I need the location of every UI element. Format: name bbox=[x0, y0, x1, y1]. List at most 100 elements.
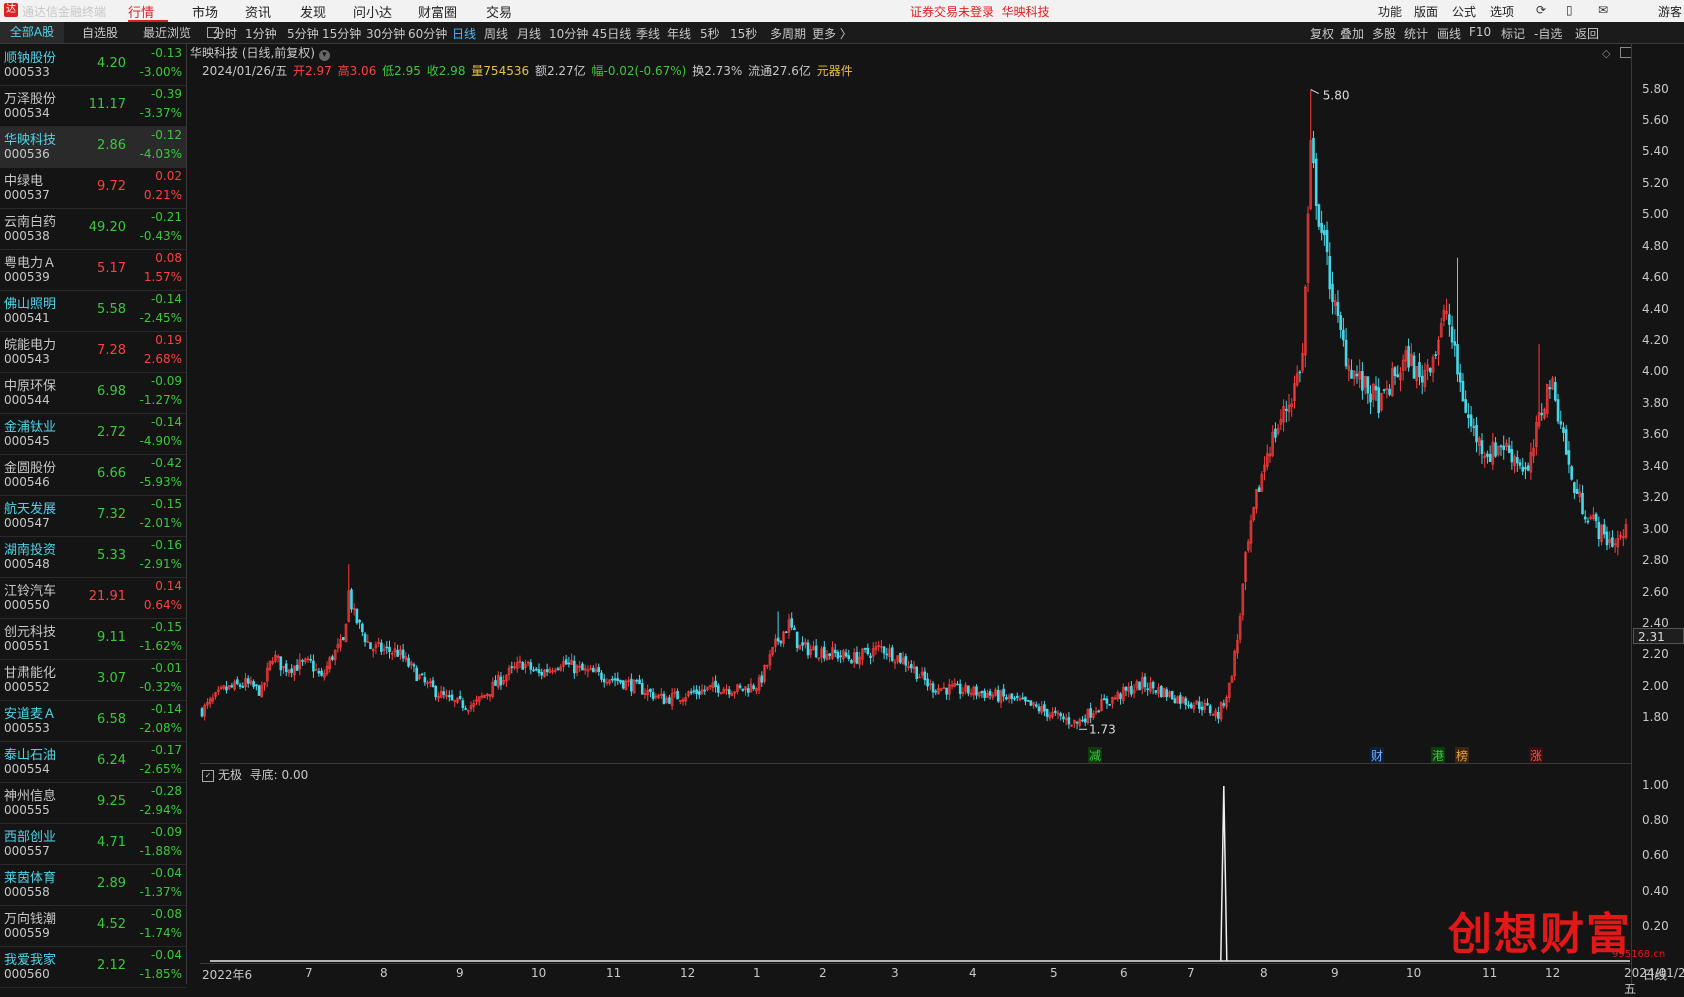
tab-recent[interactable]: 最近浏览 bbox=[143, 24, 191, 41]
chart-button-2[interactable]: 多股 bbox=[1372, 25, 1396, 42]
period-tab-8[interactable]: 月线 bbox=[517, 25, 541, 42]
event-marker[interactable]: 财 bbox=[1370, 747, 1385, 764]
stock-price: 7.28 bbox=[97, 343, 126, 358]
candle-body bbox=[934, 690, 938, 693]
candle-body bbox=[1434, 354, 1438, 357]
x-tick-label: 8 bbox=[380, 966, 388, 980]
period-tab-12[interactable]: 年线 bbox=[667, 25, 691, 42]
period-tab-7[interactable]: 周线 bbox=[484, 25, 508, 42]
chart-button-7[interactable]: -自选 bbox=[1534, 25, 1562, 42]
period-tab-0[interactable]: 分时 bbox=[213, 25, 237, 42]
stock-row[interactable]: 中原环保 000544 6.98 -0.09 -1.27% bbox=[0, 372, 186, 414]
stock-row[interactable]: 江铃汽车 000550 21.91 0.14 0.64% bbox=[0, 577, 186, 619]
stock-row[interactable]: 甘肃能化 000552 3.07 -0.01 -0.32% bbox=[0, 659, 186, 701]
tool-function[interactable]: 功能 bbox=[1378, 3, 1402, 20]
candle-body bbox=[1559, 421, 1563, 425]
stock-row[interactable]: 西部创业 000557 4.71 -0.09 -1.88% bbox=[0, 823, 186, 865]
stock-row[interactable]: 皖能电力 000543 7.28 0.19 2.68% bbox=[0, 331, 186, 373]
stock-row[interactable]: 创元科技 000551 9.11 -0.15 -1.62% bbox=[0, 618, 186, 660]
period-tab-14[interactable]: 15秒 bbox=[730, 25, 757, 42]
period-tab-5[interactable]: 60分钟 bbox=[408, 25, 447, 42]
menu-discover[interactable]: 发现 bbox=[300, 2, 326, 21]
chart-button-6[interactable]: 标记 bbox=[1501, 25, 1525, 42]
chart-button-0[interactable]: 复权 bbox=[1310, 25, 1334, 42]
indicator-spike bbox=[1220, 786, 1228, 962]
stock-row[interactable]: 湖南投资 000548 5.33 -0.16 -2.91% bbox=[0, 536, 186, 578]
period-tab-2[interactable]: 5分钟 bbox=[287, 25, 319, 42]
candle-body bbox=[1342, 329, 1345, 341]
chevron-down-icon[interactable]: ▾ bbox=[318, 50, 330, 61]
chart-button-4[interactable]: 画线 bbox=[1437, 25, 1461, 42]
candle-body bbox=[638, 679, 641, 685]
y-tick-label: 4.40 bbox=[1642, 301, 1669, 316]
menu-market[interactable]: 市场 bbox=[192, 2, 218, 21]
mail-icon[interactable]: ✉ bbox=[1598, 3, 1608, 17]
stock-row[interactable]: 万向钱潮 000559 4.52 -0.08 -1.74% bbox=[0, 905, 186, 947]
menu-quotes[interactable]: 行情 bbox=[128, 2, 154, 21]
stock-price: 6.98 bbox=[97, 384, 126, 399]
event-marker[interactable]: 港 bbox=[1431, 747, 1446, 764]
stock-row[interactable]: 金圆股份 000546 6.66 -0.42 -5.93% bbox=[0, 454, 186, 496]
tool-layout[interactable]: 版面 bbox=[1414, 3, 1438, 20]
stock-row[interactable]: 华映科技 000536 2.86 -0.12 -4.03% bbox=[0, 126, 186, 168]
period-tab-1[interactable]: 1分钟 bbox=[245, 25, 277, 42]
chart-button-3[interactable]: 统计 bbox=[1404, 25, 1428, 42]
candlestick-chart[interactable]: 5.80 1.73 bbox=[200, 77, 1630, 745]
stock-name: 粤电力Ａ bbox=[4, 256, 57, 271]
stock-row[interactable]: 神州信息 000555 9.25 -0.28 -2.94% bbox=[0, 782, 186, 824]
event-marker[interactable]: 榜 bbox=[1455, 747, 1470, 764]
stock-row[interactable]: 安道麦Ａ 000553 6.58 -0.14 -2.08% bbox=[0, 700, 186, 742]
chart-button-8[interactable]: 返回 bbox=[1575, 25, 1599, 42]
tool-formula[interactable]: 公式 bbox=[1452, 3, 1476, 20]
stock-row[interactable]: 我爱我家 000560 2.12 -0.04 -1.85% bbox=[0, 946, 186, 988]
stock-row[interactable]: 顺钠股份 000533 4.20 -0.13 -3.00% bbox=[0, 44, 186, 86]
stock-row[interactable]: 云南白药 000538 49.20 -0.21 -0.43% bbox=[0, 208, 186, 250]
period-tab-13[interactable]: 5秒 bbox=[700, 25, 720, 42]
candle-body bbox=[1594, 513, 1598, 522]
stock-row[interactable]: 粤电力Ａ 000539 5.17 0.08 1.57% bbox=[0, 249, 186, 291]
candle-body bbox=[882, 646, 886, 654]
candle-body bbox=[1314, 158, 1318, 206]
stock-name: 泰山石油 bbox=[4, 748, 57, 763]
period-tab-11[interactable]: 季线 bbox=[636, 25, 660, 42]
tab-all-a-shares[interactable]: 全部A股 bbox=[0, 22, 64, 43]
stock-change-pct: 1.57% bbox=[143, 270, 182, 284]
candle-body bbox=[1575, 488, 1579, 494]
menu-ask[interactable]: 问小达 bbox=[353, 2, 392, 21]
period-tab-4[interactable]: 30分钟 bbox=[366, 25, 405, 42]
stock-row[interactable]: 佛山照明 000541 5.58 -0.14 -2.45% bbox=[0, 290, 186, 332]
tool-options[interactable]: 选项 bbox=[1490, 3, 1514, 20]
period-tab-6[interactable]: 日线 bbox=[452, 25, 476, 42]
pane-divider[interactable] bbox=[200, 763, 1632, 764]
tab-watchlist[interactable]: 自选股 bbox=[82, 24, 118, 41]
login-notice[interactable]: 证券交易未登录 华映科技 bbox=[910, 3, 1050, 20]
stock-row[interactable]: 莱茵体育 000558 2.89 -0.04 -1.37% bbox=[0, 864, 186, 906]
stock-row[interactable]: 中绿电 000537 9.72 0.02 0.21% bbox=[0, 167, 186, 209]
phone-icon[interactable]: ▯ bbox=[1566, 3, 1573, 17]
stock-row[interactable]: 万泽股份 000534 11.17 -0.39 -3.37% bbox=[0, 85, 186, 127]
stock-change-pct: -3.37% bbox=[139, 106, 182, 120]
chart-button-5[interactable]: F10 bbox=[1469, 25, 1491, 39]
refresh-icon[interactable]: ⟳ bbox=[1536, 3, 1546, 17]
menu-trade[interactable]: 交易 bbox=[486, 2, 512, 21]
period-tab-10[interactable]: 45日线 bbox=[592, 25, 631, 42]
candle-body bbox=[1564, 429, 1568, 455]
period-tab-16[interactable]: 更多 〉 bbox=[812, 25, 852, 42]
menu-wealth-circle[interactable]: 财富圈 bbox=[418, 2, 457, 21]
period-tab-3[interactable]: 15分钟 bbox=[322, 25, 361, 42]
candle-body bbox=[545, 669, 549, 673]
event-marker[interactable]: 减 bbox=[1088, 747, 1103, 764]
stock-row[interactable]: 航天发展 000547 7.32 -0.15 -2.01% bbox=[0, 495, 186, 537]
stock-row[interactable]: 金浦钛业 000545 2.72 -0.14 -4.90% bbox=[0, 413, 186, 455]
menu-news[interactable]: 资讯 bbox=[245, 2, 271, 21]
period-tab-9[interactable]: 10分钟 bbox=[549, 25, 588, 42]
chart-button-1[interactable]: 叠加 bbox=[1340, 25, 1364, 42]
stock-row[interactable]: 泰山石油 000554 6.24 -0.17 -2.65% bbox=[0, 741, 186, 783]
indicator-chart[interactable] bbox=[200, 772, 1630, 962]
diamond-icon[interactable]: ◇ bbox=[1602, 47, 1610, 60]
high-label: 5.80 bbox=[1323, 89, 1350, 103]
period-tab-15[interactable]: 多周期 bbox=[770, 25, 806, 42]
guest-user[interactable]: 游客 bbox=[1658, 3, 1682, 20]
event-marker[interactable]: 涨 bbox=[1529, 747, 1544, 764]
candle-body bbox=[1010, 693, 1014, 699]
